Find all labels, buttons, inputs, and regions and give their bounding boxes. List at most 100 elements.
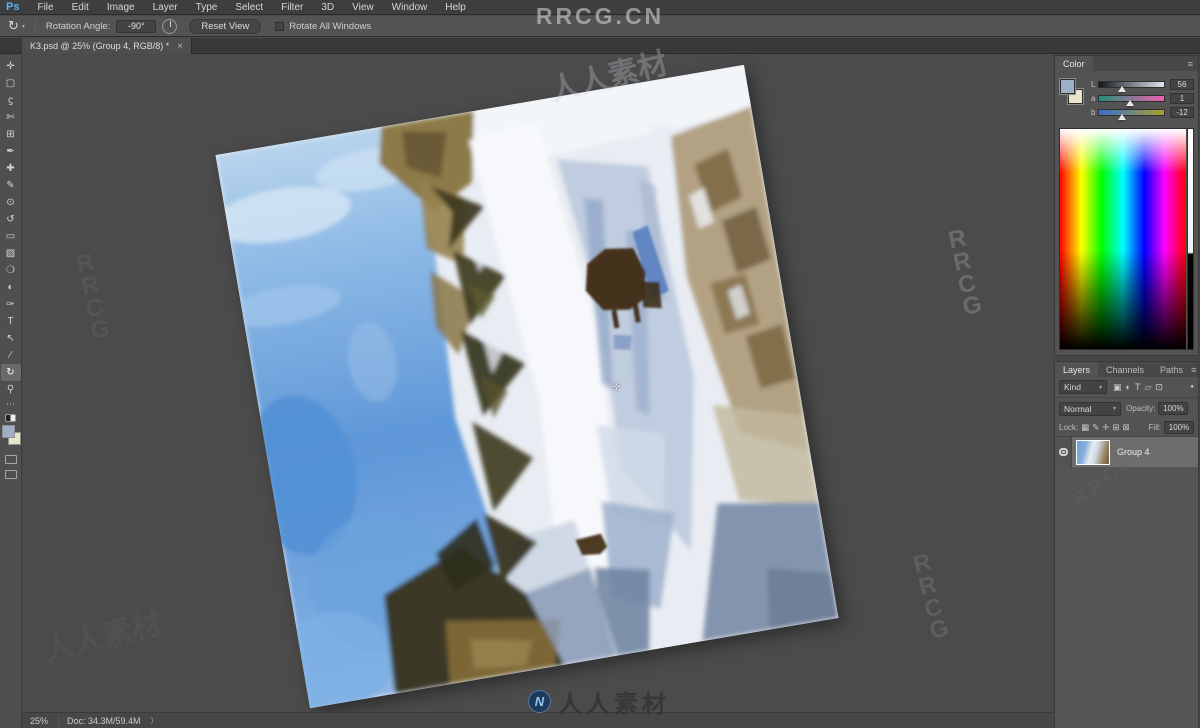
menu-select[interactable]: Select (226, 2, 272, 13)
path-selection-tool[interactable]: ↖ (1, 330, 21, 347)
lock-row: Lock: ▦ ✎ ✛ ⊞ ⊠ Fill: 100% (1055, 419, 1198, 437)
canvas-artwork[interactable] (212, 64, 839, 713)
layers-panel-menu-icon[interactable]: ≡ (1191, 365, 1200, 375)
zoom-level-field[interactable]: 25% (22, 716, 58, 726)
zoom-tool[interactable]: ⚲ (1, 381, 21, 398)
gradient-tool[interactable]: ▨ (1, 245, 21, 262)
menu-window[interactable]: Window (383, 2, 437, 13)
tool-preset-chevron-icon[interactable]: ▾ (22, 23, 25, 30)
reset-view-button[interactable]: Reset View (189, 18, 262, 34)
slider-b-value[interactable]: -12 (1170, 106, 1194, 118)
lock-label: Lock: (1059, 423, 1079, 432)
blend-mode-dropdown[interactable]: Normal ▾ (1059, 401, 1121, 416)
smudge-tool[interactable]: ❍ (1, 262, 21, 279)
lasso-tool[interactable]: ϛ (1, 92, 21, 109)
lock-pixels-icon[interactable]: ✎ (1092, 422, 1099, 433)
quick-selection-tool[interactable]: ✄ (1, 109, 21, 126)
pixel-layer-filter-icon[interactable]: ▣ (1113, 382, 1122, 393)
fill-field[interactable]: 100% (1164, 421, 1194, 434)
grayscale-ramp[interactable] (1187, 129, 1193, 349)
menu-3d[interactable]: 3D (312, 2, 343, 13)
tab-color[interactable]: Color (1055, 56, 1093, 71)
color-panel-menu-icon[interactable]: ≡ (1188, 59, 1198, 69)
history-brush-tool[interactable]: ↺ (1, 211, 21, 228)
menu-file[interactable]: File (28, 2, 62, 13)
screen-mode-icon[interactable] (4, 470, 17, 479)
fill-label: Fill: (1148, 423, 1161, 432)
tab-channels[interactable]: Channels (1098, 362, 1152, 377)
eyedropper-tool[interactable]: ✒ (1, 143, 21, 160)
default-colors-icon[interactable] (5, 414, 16, 422)
slider-a-thumb[interactable] (1126, 99, 1135, 106)
foreground-color-swatch-panel[interactable] (1059, 78, 1076, 95)
layer-selected-area[interactable]: Group 4 (1072, 437, 1198, 467)
rotation-dial-icon[interactable] (162, 18, 178, 34)
layers-empty-area (1055, 467, 1198, 728)
status-bar: 25% Doc: 34.3M/59.4M ⟩ (22, 712, 1053, 728)
slider-b-track[interactable] (1098, 108, 1165, 120)
opacity-field[interactable]: 100% (1158, 402, 1189, 415)
clone-stamp-tool[interactable]: ⊙ (1, 194, 21, 211)
rotate-all-windows-checkbox[interactable] (275, 21, 285, 31)
type-tool[interactable]: T (1, 313, 21, 330)
slider-a-track[interactable] (1098, 94, 1165, 106)
kind-filter-dropdown[interactable]: Kind ▾ (1059, 380, 1107, 394)
menu-help[interactable]: Help (436, 2, 475, 13)
lock-position-icon[interactable]: ✛ (1102, 422, 1109, 433)
marquee-tool[interactable]: ▢ (1, 75, 21, 92)
slider-L-value[interactable]: 56 (1170, 78, 1194, 90)
layer-visibility-cell[interactable] (1055, 437, 1072, 467)
rotation-angle-input[interactable]: -90° (116, 19, 157, 33)
layer-row-group4[interactable]: Group 4 (1055, 437, 1198, 467)
menu-type[interactable]: Type (187, 2, 227, 13)
menu-layer[interactable]: Layer (144, 2, 187, 13)
status-options-arrow-icon[interactable]: ⟩ (151, 716, 154, 725)
ps-logo: Ps (6, 1, 20, 13)
tab-paths[interactable]: Paths (1152, 362, 1191, 377)
smart-object-filter-icon[interactable]: ⊡ (1155, 382, 1163, 393)
layer-thumbnail[interactable] (1076, 439, 1110, 465)
spot-healing-tool[interactable]: ✚ (1, 160, 21, 177)
lock-all-icon[interactable]: ⊠ (1123, 422, 1130, 433)
menu-edit[interactable]: Edit (63, 2, 98, 13)
pen-tool[interactable]: ✑ (1, 296, 21, 313)
shape-layer-filter-icon[interactable]: ▱ (1144, 382, 1151, 393)
rotate-view-tool[interactable]: ↻ (0, 364, 21, 381)
type-layer-filter-icon[interactable]: T (1135, 382, 1141, 393)
canvas-area[interactable]: ✛ 25% Doc: 34.3M/59.4M ⟩ (22, 54, 1053, 728)
color-panel-swatches (1059, 78, 1084, 115)
line-shape-tool[interactable]: ∕ (1, 347, 21, 364)
layers-panel-header: Layers Channels Paths ≡ (1055, 362, 1198, 377)
quick-mask-icon[interactable] (4, 455, 17, 464)
menu-image[interactable]: Image (98, 2, 144, 13)
document-tab[interactable]: K3.psd @ 25% (Group 4, RGB/8) * × (22, 38, 193, 54)
dodge-tool[interactable]: ◐ (1, 279, 21, 296)
eye-icon[interactable] (1058, 448, 1068, 456)
lock-artboard-icon[interactable]: ⊞ (1112, 422, 1119, 433)
slider-b-thumb[interactable] (1118, 113, 1127, 120)
slider-L-thumb[interactable] (1117, 85, 1126, 92)
color-panel-body: L 56 a 1 b -12 (1055, 71, 1198, 123)
foreground-color-swatch[interactable] (1, 425, 15, 438)
tab-close-icon[interactable]: × (177, 41, 183, 52)
lock-transparency-icon[interactable]: ▦ (1081, 422, 1089, 433)
menu-filter[interactable]: Filter (272, 2, 312, 13)
layer-filter-icons: ▣ ◐ T ▱ ⊡ (1113, 382, 1163, 393)
opacity-label: Opacity: (1126, 404, 1156, 413)
crop-tool[interactable]: ⊞ (1, 126, 21, 143)
more-tools-icon[interactable]: ⋯ (1, 398, 21, 410)
slider-L-track[interactable] (1098, 80, 1165, 92)
brush-tool[interactable]: ✎ (1, 177, 21, 194)
move-tool[interactable]: ✛ (1, 58, 21, 75)
slider-a-value[interactable]: 1 (1170, 92, 1194, 104)
layers-panel: Layers Channels Paths ≡ Kind ▾ ▣ ◐ T ▱ ⊡… (1054, 361, 1199, 728)
color-spectrum-gradient[interactable] (1060, 129, 1186, 349)
color-spectrum[interactable] (1059, 128, 1194, 350)
menu-view[interactable]: View (343, 2, 383, 13)
rotate-view-tool-icon: ↻ (8, 18, 19, 33)
filter-toggle-icon[interactable]: ● (1190, 384, 1194, 390)
eraser-tool[interactable]: ▭ (1, 228, 21, 245)
adjustment-layer-filter-icon[interactable]: ◐ (1126, 382, 1131, 393)
tab-layers[interactable]: Layers (1055, 362, 1099, 377)
slider-a-label: a (1091, 93, 1096, 103)
